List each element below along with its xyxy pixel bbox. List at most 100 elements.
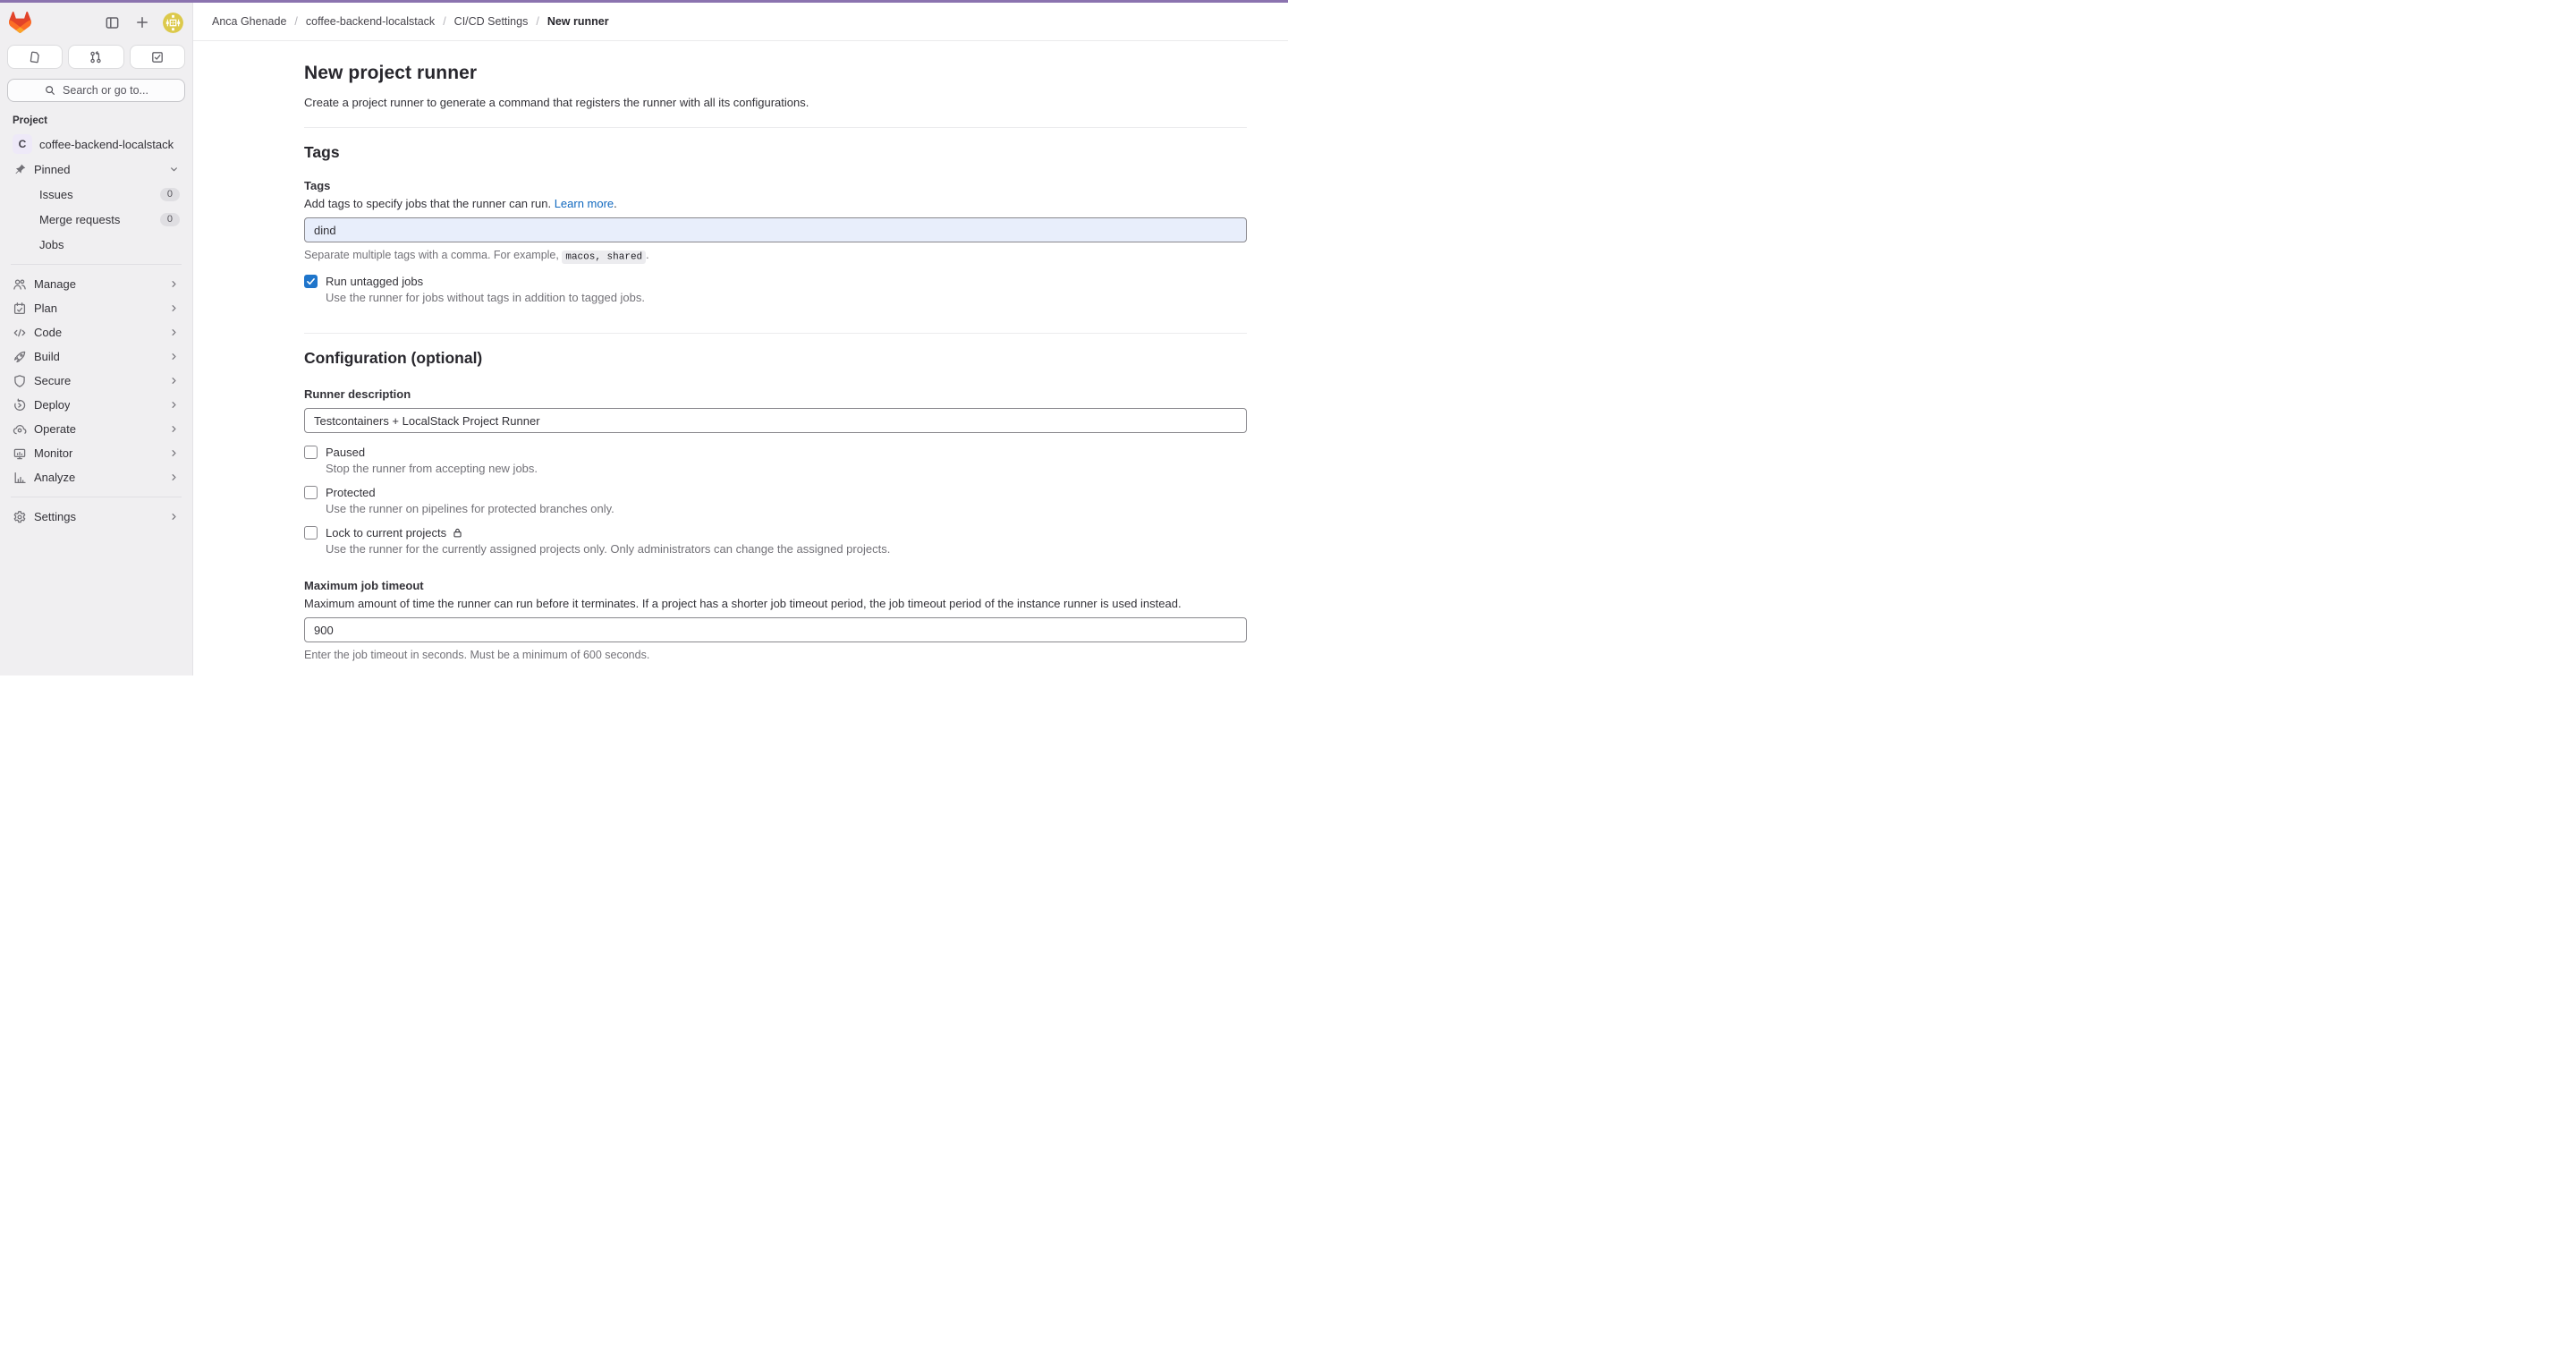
run-untagged-jobs-help: Use the runner for jobs without tags in … <box>326 291 1247 304</box>
chevron-right-icon <box>168 511 180 523</box>
search-icon <box>44 84 56 97</box>
breadcrumb-separator: / <box>443 15 445 28</box>
sidebar-item-manage[interactable]: Manage <box>7 272 185 296</box>
rocket-icon <box>13 350 27 364</box>
sidebar-toggle-icon <box>105 15 120 30</box>
paused-help: Stop the runner from accepting new jobs. <box>326 462 1247 475</box>
sidebar-item-build[interactable]: Build <box>7 344 185 369</box>
runner-description-input[interactable] <box>304 408 1247 433</box>
chevron-right-icon <box>168 278 180 290</box>
section-divider <box>304 127 1247 128</box>
lock-to-projects-help: Use the runner for the currently assigne… <box>326 542 1247 556</box>
max-job-timeout-description: Maximum amount of time the runner can ru… <box>304 597 1247 610</box>
sidebar: Search or go to... Project C coffee-back… <box>0 3 193 676</box>
run-untagged-jobs-checkbox[interactable] <box>304 275 318 288</box>
paused-checkbox[interactable] <box>304 446 318 459</box>
sidebar-divider <box>11 264 182 265</box>
merge-request-icon <box>89 50 103 64</box>
search-input[interactable]: Search or go to... <box>7 79 185 102</box>
breadcrumb-separator: / <box>294 15 297 28</box>
breadcrumb-current: New runner <box>547 15 609 28</box>
sidebar-item-merge-requests[interactable]: Merge requests 0 <box>7 207 185 232</box>
chevron-right-icon <box>168 447 180 459</box>
sidebar-item-deploy[interactable]: Deploy <box>7 393 185 417</box>
configuration-section-heading: Configuration (optional) <box>304 349 1247 368</box>
search-placeholder: Search or go to... <box>63 84 148 97</box>
chevron-right-icon <box>168 351 180 362</box>
protected-checkbox[interactable] <box>304 486 318 499</box>
max-job-timeout-input[interactable] <box>304 617 1247 642</box>
section-divider <box>304 333 1247 334</box>
issues-count-badge: 0 <box>160 188 180 201</box>
protected-label[interactable]: Protected <box>326 486 376 499</box>
sidebar-toggle-button[interactable] <box>100 11 123 34</box>
app-window: Search or go to... Project C coffee-back… <box>0 0 1288 676</box>
protected-row: Protected <box>304 486 1247 499</box>
user-avatar[interactable] <box>163 13 183 33</box>
sidebar-item-analyze[interactable]: Analyze <box>7 465 185 489</box>
page-subtitle: Create a project runner to generate a co… <box>304 96 1247 109</box>
gear-icon <box>13 510 27 524</box>
tags-input[interactable] <box>304 217 1247 242</box>
tags-field-description: Add tags to specify jobs that the runner… <box>304 197 1247 210</box>
pin-icon <box>13 163 27 177</box>
chevron-right-icon <box>168 472 180 483</box>
todos-shortcut-button[interactable] <box>130 45 185 69</box>
sidebar-item-pinned[interactable]: Pinned <box>7 157 185 182</box>
project-name: coffee-backend-localstack <box>39 138 174 151</box>
sidebar-item-operate[interactable]: Operate <box>7 417 185 441</box>
protected-help: Use the runner on pipelines for protecte… <box>326 502 1247 515</box>
sidebar-item-issues[interactable]: Issues 0 <box>7 182 185 207</box>
main-area: Anca Ghenade / coffee-backend-localstack… <box>193 3 1288 676</box>
plus-icon <box>135 15 149 30</box>
chevron-right-icon <box>168 375 180 387</box>
run-untagged-jobs-label[interactable]: Run untagged jobs <box>326 275 423 288</box>
lock-icon <box>452 527 463 539</box>
lock-to-projects-checkbox[interactable] <box>304 526 318 540</box>
page-content: New project runner Create a project runn… <box>193 41 1288 676</box>
breadcrumb-separator: / <box>536 15 538 28</box>
deploy-icon <box>13 398 27 412</box>
sidebar-item-code[interactable]: Code <box>7 320 185 344</box>
tags-field-label: Tags <box>304 179 1247 192</box>
chevron-right-icon <box>168 423 180 435</box>
chevron-down-icon <box>168 164 180 175</box>
calendar-check-icon <box>13 302 27 316</box>
tags-help-text: Separate multiple tags with a comma. For… <box>304 249 1247 262</box>
chevron-right-icon <box>168 327 180 338</box>
users-icon <box>13 277 27 292</box>
code-icon <box>13 326 27 340</box>
breadcrumb-link-user[interactable]: Anca Ghenade <box>212 15 286 28</box>
sidebar-item-plan[interactable]: Plan <box>7 296 185 320</box>
lock-to-projects-row: Lock to current projects <box>304 526 1247 540</box>
runner-description-label: Runner description <box>304 387 1247 401</box>
todo-check-icon <box>150 50 165 64</box>
breadcrumb-link-project[interactable]: coffee-backend-localstack <box>306 15 435 28</box>
merge-requests-shortcut-button[interactable] <box>68 45 123 69</box>
issues-icon <box>28 50 42 64</box>
create-new-button[interactable] <box>131 11 154 34</box>
lock-to-projects-label[interactable]: Lock to current projects <box>326 526 463 540</box>
paused-label[interactable]: Paused <box>326 446 365 459</box>
cloud-pod-icon <box>13 422 27 437</box>
identicon-avatar-image <box>163 13 183 33</box>
merge-requests-count-badge: 0 <box>160 213 180 226</box>
project-avatar: C <box>13 134 32 154</box>
paused-row: Paused <box>304 446 1247 459</box>
sidebar-item-jobs[interactable]: Jobs <box>7 232 185 257</box>
sidebar-item-settings[interactable]: Settings <box>7 505 185 529</box>
tags-section-heading: Tags <box>304 143 1247 162</box>
run-untagged-jobs-row: Run untagged jobs <box>304 275 1247 288</box>
chevron-right-icon <box>168 302 180 314</box>
page-title: New project runner <box>304 63 1247 84</box>
shield-icon <box>13 374 27 388</box>
sidebar-item-secure[interactable]: Secure <box>7 369 185 393</box>
checkmark-icon <box>305 276 317 287</box>
issues-shortcut-button[interactable] <box>7 45 63 69</box>
sidebar-item-monitor[interactable]: Monitor <box>7 441 185 465</box>
sidebar-item-project[interactable]: C coffee-backend-localstack <box>7 131 185 157</box>
breadcrumb-link-cicd-settings[interactable]: CI/CD Settings <box>454 15 529 28</box>
chevron-right-icon <box>168 399 180 411</box>
sidebar-scope-label: Project <box>13 115 180 126</box>
learn-more-link[interactable]: Learn more <box>555 197 614 210</box>
